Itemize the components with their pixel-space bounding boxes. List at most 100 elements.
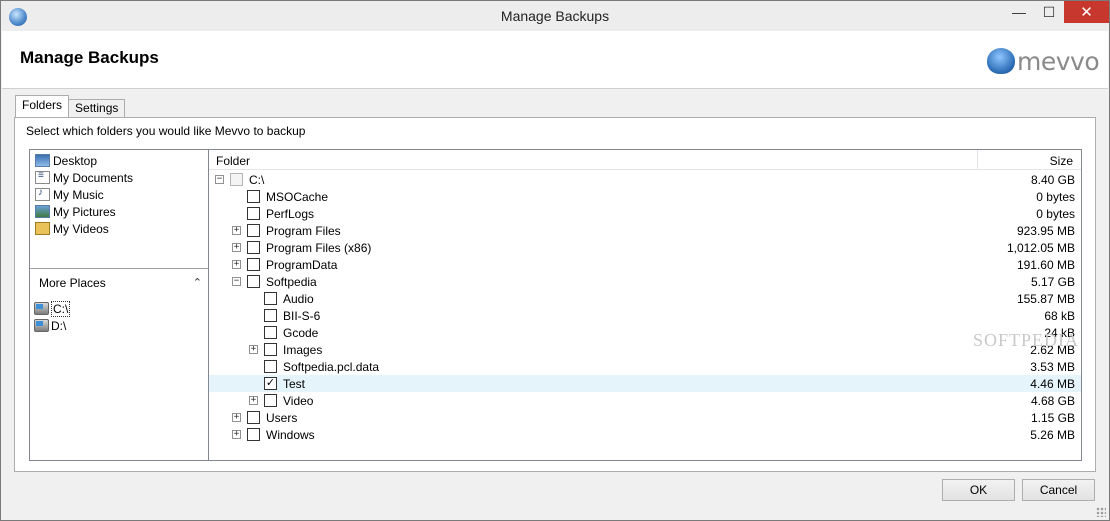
folder-name: ProgramData xyxy=(266,258,338,272)
drives-list: C:\ D:\ xyxy=(30,300,208,334)
tree-row[interactable]: Audio 155.87 MB xyxy=(209,290,1081,307)
tree-row[interactable]: Gcode 24 kB xyxy=(209,324,1081,341)
column-header-size[interactable]: Size xyxy=(1050,154,1073,168)
tab-settings[interactable]: Settings xyxy=(68,99,126,117)
place-label: My Documents xyxy=(53,170,134,185)
folder-checkbox[interactable] xyxy=(247,275,260,288)
folder-checkbox[interactable] xyxy=(230,173,243,186)
folder-checkbox[interactable] xyxy=(264,343,277,356)
tree-row[interactable]: Softpedia.pcl.data 3.53 MB xyxy=(209,358,1081,375)
minimize-button[interactable]: — xyxy=(1002,1,1036,23)
folder-checkbox[interactable] xyxy=(264,326,277,339)
folder-checkbox[interactable] xyxy=(264,360,277,373)
expand-icon[interactable]: + xyxy=(232,226,241,235)
folder-name: Test xyxy=(283,377,306,391)
tree-row[interactable]: + Program Files 923.95 MB xyxy=(209,222,1081,239)
videos-icon xyxy=(35,222,50,235)
place-item-my-documents[interactable]: ≡ My Documents xyxy=(30,169,208,186)
folder-name: MSOCache xyxy=(266,190,329,204)
tree-row[interactable]: + Video 4.68 GB xyxy=(209,392,1081,409)
tree-row[interactable]: − Softpedia 5.17 GB xyxy=(209,273,1081,290)
tab-folders[interactable]: Folders xyxy=(15,95,70,117)
places-pane: Desktop ≡ My Documents ♪ My Music My Pic… xyxy=(29,149,209,461)
column-header-row: Folder Size xyxy=(209,150,1081,170)
tree-row[interactable]: + Users 1.15 GB xyxy=(209,409,1081,426)
folder-checkbox[interactable] xyxy=(247,411,260,424)
mevvo-logo-icon xyxy=(987,48,1015,74)
ok-button[interactable]: OK xyxy=(942,479,1015,501)
collapse-chevron-icon[interactable]: ⌃ xyxy=(193,276,202,289)
tree-row[interactable]: PerfLogs 0 bytes xyxy=(209,205,1081,222)
folder-size: 5.17 GB xyxy=(1030,275,1075,289)
place-item-desktop[interactable]: Desktop xyxy=(30,152,208,169)
folder-checkbox[interactable] xyxy=(247,258,260,271)
folder-checkbox[interactable] xyxy=(264,394,277,407)
tree-row[interactable]: + Images 2.62 MB xyxy=(209,341,1081,358)
folder-checkbox[interactable] xyxy=(247,428,260,441)
tree-rows: − C:\ 8.40 GB MSOCache 0 bytes PerfLogs 0 byte… xyxy=(209,171,1081,443)
folder-name: Images xyxy=(283,343,323,357)
column-divider[interactable] xyxy=(977,150,978,170)
tree-row[interactable]: + ProgramData 191.60 MB xyxy=(209,256,1081,273)
manage-backups-window: Manage Backups — ☐ ✕ Manage Backups mevv… xyxy=(0,0,1110,521)
folder-size: 0 bytes xyxy=(1036,190,1075,204)
folder-name: Video xyxy=(283,394,314,408)
folder-checkbox[interactable] xyxy=(247,241,260,254)
tree-row[interactable]: ✓ Test 4.46 MB xyxy=(209,375,1081,392)
place-label: My Pictures xyxy=(53,204,116,219)
drive-item-c[interactable]: C:\ xyxy=(30,300,208,317)
mevvo-logo: mevvo xyxy=(987,46,1100,76)
folder-size: 1,012.05 MB xyxy=(1006,241,1075,255)
folder-checkbox[interactable] xyxy=(264,309,277,322)
place-item-my-pictures[interactable]: My Pictures xyxy=(30,203,208,220)
column-header-folder[interactable]: Folder xyxy=(216,154,250,168)
expand-icon[interactable]: + xyxy=(232,260,241,269)
folder-name: Windows xyxy=(266,428,315,442)
folder-checkbox[interactable] xyxy=(247,207,260,220)
folder-name: Program Files xyxy=(266,224,341,238)
expand-icon[interactable]: + xyxy=(232,243,241,252)
window-title: Manage Backups xyxy=(500,8,610,24)
title-bar[interactable]: Manage Backups — ☐ ✕ xyxy=(1,1,1109,31)
maximize-button[interactable]: ☐ xyxy=(1032,1,1066,23)
resize-grip[interactable] xyxy=(1096,507,1106,517)
folder-tree: Folder Size − C:\ 8.40 GB MSOCache 0 bytes Pe… xyxy=(208,149,1082,461)
instructions-text: Select which folders you would like Mevv… xyxy=(26,124,306,138)
folder-checkbox[interactable] xyxy=(247,190,260,203)
drive-label: C:\ xyxy=(51,300,71,317)
page-title: Manage Backups xyxy=(20,48,159,67)
drive-item-d[interactable]: D:\ xyxy=(30,317,208,334)
folder-name: Gcode xyxy=(283,326,319,340)
place-item-my-videos[interactable]: My Videos xyxy=(30,220,208,237)
folder-size: 191.60 MB xyxy=(1016,258,1075,272)
tree-row[interactable]: + Program Files (x86) 1,012.05 MB xyxy=(209,239,1081,256)
collapse-icon[interactable]: − xyxy=(215,175,224,184)
expand-icon[interactable]: + xyxy=(232,413,241,422)
folder-checkbox[interactable] xyxy=(264,292,277,305)
folder-size: 8.40 GB xyxy=(1030,173,1075,187)
tree-row[interactable]: BII-S-6 68 kB xyxy=(209,307,1081,324)
folder-checkbox[interactable] xyxy=(247,224,260,237)
more-places-header[interactable]: More Places ⌃ xyxy=(30,268,208,296)
tree-row[interactable]: MSOCache 0 bytes xyxy=(209,188,1081,205)
folder-size: 68 kB xyxy=(1044,309,1075,323)
softpedia-watermark: SOFTPEDIA xyxy=(973,330,1080,350)
folder-name: PerfLogs xyxy=(266,207,315,221)
folder-size: 155.87 MB xyxy=(1016,292,1075,306)
place-item-my-music[interactable]: ♪ My Music xyxy=(30,186,208,203)
tree-row[interactable]: − C:\ 8.40 GB xyxy=(209,171,1081,188)
folder-size: 923.95 MB xyxy=(1016,224,1075,238)
collapse-icon[interactable]: − xyxy=(232,277,241,286)
expand-icon[interactable]: + xyxy=(232,430,241,439)
place-label: My Music xyxy=(53,187,104,202)
drive-icon xyxy=(34,302,49,315)
tree-row[interactable]: + Windows 5.26 MB xyxy=(209,426,1081,443)
folder-checkbox[interactable]: ✓ xyxy=(264,377,277,390)
expand-icon[interactable]: + xyxy=(249,345,258,354)
mevvo-logo-text: mevvo xyxy=(1017,46,1100,76)
folder-name: Audio xyxy=(283,292,314,306)
close-button[interactable]: ✕ xyxy=(1064,1,1109,23)
cancel-button[interactable]: Cancel xyxy=(1022,479,1095,501)
documents-icon: ≡ xyxy=(35,170,50,184)
expand-icon[interactable]: + xyxy=(249,396,258,405)
